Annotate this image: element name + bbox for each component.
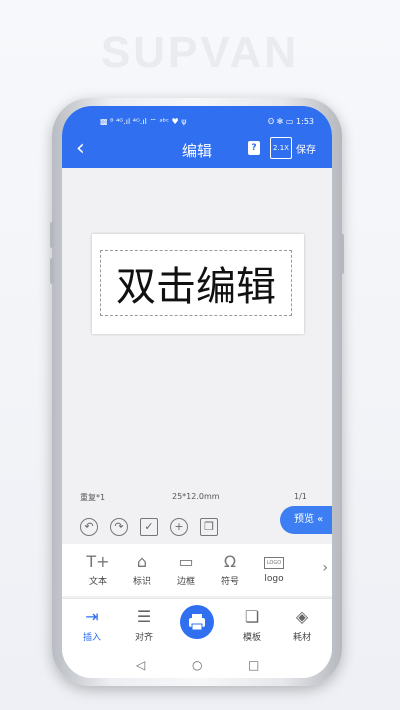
status-bar: ▩ ᴮ ⁴ᴳ.ıl ⁴ᴳ.ıl ⌔ ᵃᵇᶜ ♥ ψ ʘ ✻ ▭ 1:53 <box>62 116 332 130</box>
recents-square-icon[interactable]: □ <box>248 658 259 672</box>
insert-border[interactable]: ▭ 边框 <box>164 552 208 587</box>
phone-screen: ▩ ᴮ ⁴ᴳ.ıl ⁴ᴳ.ıl ⌔ ᵃᵇᶜ ♥ ψ ʘ ✻ ▭ 1:53 ‹ 编… <box>62 106 332 678</box>
tab-template-label: 模板 <box>242 633 261 643</box>
tab-insert[interactable]: ⇥ 插入 <box>70 607 114 643</box>
printer-icon <box>189 614 205 631</box>
tag-icon: ⌂ <box>136 552 148 571</box>
border-icon: ▭ <box>178 552 194 571</box>
zoom-in-icon[interactable]: + <box>170 518 188 536</box>
label-size: 25*12.0mm <box>172 492 220 501</box>
logo-icon: LOGO <box>252 552 296 572</box>
label-canvas[interactable]: 双击编辑 <box>92 234 304 334</box>
save-button[interactable]: 保存 <box>296 141 316 156</box>
phone-frame: ▩ ᴮ ⁴ᴳ.ıl ⁴ᴳ.ıl ⌔ ᵃᵇᶜ ♥ ψ ʘ ✻ ▭ 1:53 ‹ 编… <box>50 98 344 686</box>
insert-text-label: 文本 <box>88 577 107 587</box>
print-button[interactable] <box>180 605 214 639</box>
tab-consumables[interactable]: ◈ 耗材 <box>280 607 324 643</box>
insert-bar: T+ 文本 ⌂ 标识 ▭ 边框 Ω 符号 LOGO logo › <box>62 544 332 596</box>
tab-insert-label: 插入 <box>82 633 101 643</box>
power-button <box>340 234 344 274</box>
zoom-button[interactable]: 2.1X <box>270 137 292 159</box>
help-icon[interactable]: ? <box>248 141 260 155</box>
volume-button <box>50 258 54 284</box>
insert-logo-label: logo <box>264 574 284 584</box>
insert-mark[interactable]: ⌂ 标识 <box>120 552 164 587</box>
bottom-tab-bar: ⇥ 插入 ☰ 对齐 ❏ 模板 ◈ 耗材 <box>62 598 332 655</box>
insert-icon: ⇥ <box>85 607 99 626</box>
template-icon: ❏ <box>244 607 260 626</box>
insert-mark-label: 标识 <box>132 577 151 587</box>
multi-select-icon[interactable]: ✓ <box>140 518 158 536</box>
brand-watermark: SUPVAN <box>100 28 300 77</box>
copy-icon[interactable]: ❐ <box>200 518 218 536</box>
system-nav-bar: ◁ ○ □ <box>62 654 332 678</box>
status-icons-right: ʘ ✻ ▭ 1:53 <box>267 117 314 126</box>
insert-text[interactable]: T+ 文本 <box>76 552 120 587</box>
tab-align[interactable]: ☰ 对齐 <box>122 607 166 643</box>
nav-bar: ‹ 编辑 ? 2.1X 保存 <box>62 136 332 164</box>
insert-border-label: 边框 <box>176 577 195 587</box>
back-triangle-icon[interactable]: ◁ <box>136 658 145 672</box>
tab-consumables-label: 耗材 <box>292 633 311 643</box>
tab-template[interactable]: ❏ 模板 <box>230 607 274 643</box>
omega-icon: Ω <box>223 552 237 571</box>
text-icon: T+ <box>86 552 110 571</box>
insert-symbol-label: 符号 <box>220 577 239 587</box>
layers-icon: ◈ <box>295 607 309 626</box>
label-text-box[interactable]: 双击编辑 <box>100 250 292 316</box>
page-indicator: 1/1 <box>294 492 307 501</box>
undo-icon[interactable]: ↶ <box>80 518 98 536</box>
app-header: ▩ ᴮ ⁴ᴳ.ıl ⁴ᴳ.ıl ⌔ ᵃᵇᶜ ♥ ψ ʘ ✻ ▭ 1:53 ‹ 编… <box>62 106 332 168</box>
status-icons-left: ▩ ᴮ ⁴ᴳ.ıl ⁴ᴳ.ıl ⌔ ᵃᵇᶜ ♥ ψ <box>100 117 187 126</box>
insert-logo[interactable]: LOGO logo <box>252 552 296 584</box>
repeat-count: 重复*1 <box>80 493 106 502</box>
tab-align-label: 对齐 <box>134 633 153 643</box>
redo-icon[interactable]: ↷ <box>110 518 128 536</box>
insert-symbol[interactable]: Ω 符号 <box>208 552 252 587</box>
preview-button[interactable]: 预览 « <box>280 506 332 534</box>
volume-button <box>50 222 54 248</box>
chevron-right-icon[interactable]: › <box>322 560 328 576</box>
home-circle-icon[interactable]: ○ <box>192 658 202 672</box>
align-icon: ☰ <box>136 607 152 626</box>
